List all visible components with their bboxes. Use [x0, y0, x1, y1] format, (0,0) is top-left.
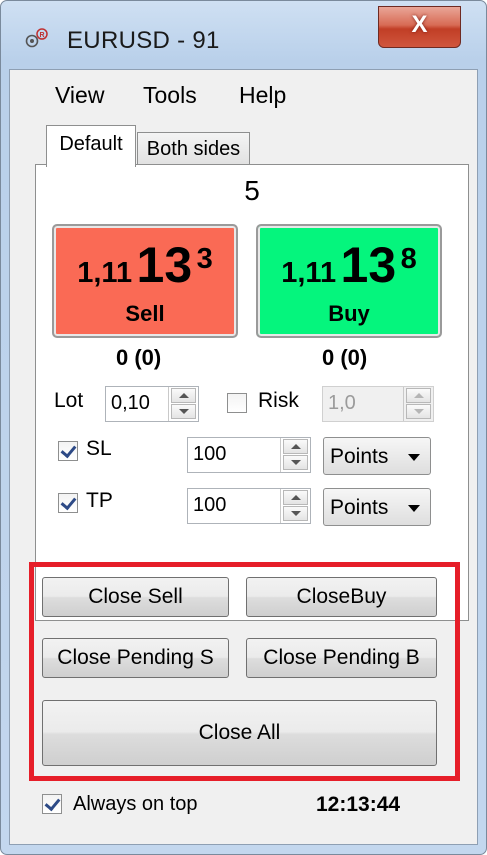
sell-price-fraction: 3: [196, 243, 213, 275]
tp-label: TP: [86, 489, 113, 512]
buy-price-fraction: 8: [400, 243, 417, 275]
menu-view[interactable]: View: [55, 82, 104, 109]
spin-down-icon[interactable]: [406, 404, 431, 419]
close-pending-sell-button[interactable]: Close Pending S: [42, 638, 229, 678]
close-buy-button[interactable]: CloseBuy: [246, 577, 437, 617]
spin-up-icon[interactable]: [406, 388, 431, 403]
sell-label: Sell: [125, 301, 165, 326]
buy-label: Buy: [328, 301, 370, 326]
tp-checkbox[interactable]: [58, 493, 78, 513]
close-pending-buy-button[interactable]: Close Pending B: [246, 638, 437, 678]
tab-panel-default: 5 1,11 13 3 Sell 1,11 13 8 Buy 0 (0) 0 (…: [35, 164, 469, 621]
risk-label: Risk: [258, 389, 299, 412]
buy-button[interactable]: 1,11 13 8 Buy: [256, 224, 442, 338]
sl-stepper[interactable]: 100: [187, 437, 311, 473]
buy-count: 0 (0): [322, 345, 368, 370]
sl-value: 100: [193, 443, 227, 465]
title-bar[interactable]: R EURUSD - 91 X: [1, 1, 486, 69]
sl-unit-value: Points: [330, 445, 389, 468]
buy-price-pips: 13: [340, 237, 397, 293]
spin-up-icon[interactable]: [283, 490, 308, 505]
close-all-button[interactable]: Close All: [42, 700, 437, 766]
close-sell-button[interactable]: Close Sell: [42, 577, 229, 617]
sell-price: 1,11 13 3: [54, 236, 236, 296]
client-area: View Tools Help Default Both sides 5 1,1…: [9, 69, 478, 845]
dropdown-arrow-icon: [408, 454, 420, 461]
sell-button[interactable]: 1,11 13 3 Sell: [52, 224, 238, 338]
close-icon: X: [411, 11, 428, 38]
lot-label: Lot: [54, 389, 84, 412]
buy-price-big: 1,11: [281, 257, 337, 289]
menu-bar: View Tools Help: [10, 70, 477, 112]
risk-value: 1,0: [328, 392, 356, 414]
spin-up-icon[interactable]: [171, 388, 196, 403]
sl-checkbox[interactable]: [58, 441, 78, 461]
risk-stepper[interactable]: 1,0: [322, 386, 434, 422]
lot-stepper[interactable]: 0,10: [105, 386, 199, 422]
spin-down-icon[interactable]: [283, 506, 308, 521]
sl-unit-dropdown[interactable]: Points: [323, 437, 431, 475]
app-window: R EURUSD - 91 X View Tools Help Default …: [0, 0, 487, 855]
lot-stepper-arrows: [168, 387, 198, 421]
sl-stepper-arrows: [280, 438, 310, 472]
spin-down-icon[interactable]: [283, 455, 308, 470]
tp-stepper[interactable]: 100: [187, 488, 311, 524]
tp-unit-value: Points: [330, 496, 389, 519]
tp-stepper-arrows: [280, 489, 310, 523]
app-icon: R: [25, 28, 48, 48]
window-title: EURUSD - 91: [67, 27, 220, 54]
clock: 12:13:44: [316, 793, 401, 816]
spin-up-icon[interactable]: [283, 439, 308, 454]
tp-unit-dropdown[interactable]: Points: [323, 488, 431, 526]
svg-text:R: R: [39, 32, 44, 39]
buy-price: 1,11 13 8: [258, 236, 440, 296]
close-button[interactable]: X: [378, 6, 461, 48]
risk-stepper-arrows: [403, 387, 433, 421]
sell-count: 0 (0): [116, 345, 162, 370]
tab-default[interactable]: Default: [46, 125, 136, 167]
sl-label: SL: [86, 437, 112, 460]
risk-checkbox[interactable]: [227, 393, 247, 413]
spread-value: 5: [244, 175, 260, 206]
spin-down-icon[interactable]: [171, 404, 196, 419]
menu-help[interactable]: Help: [239, 82, 286, 109]
dropdown-arrow-icon: [408, 505, 420, 512]
always-on-top-checkbox[interactable]: [42, 794, 62, 814]
tab-both-sides[interactable]: Both sides: [137, 132, 250, 166]
sell-price-big: 1,11: [77, 257, 133, 289]
menu-tools[interactable]: Tools: [143, 82, 197, 109]
sell-price-pips: 13: [136, 237, 193, 293]
lot-value: 0,10: [111, 392, 150, 414]
always-on-top-label: Always on top: [73, 793, 198, 815]
tp-value: 100: [193, 494, 227, 516]
